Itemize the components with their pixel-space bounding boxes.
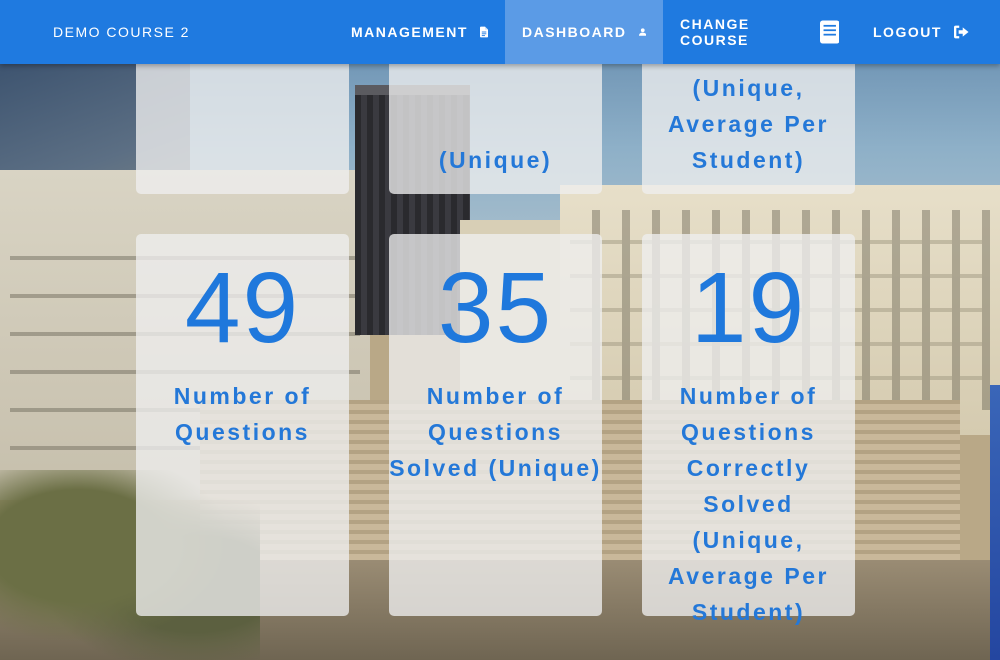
stat-card-label: Number of Questions Correctly Solved (Un… [642, 378, 855, 630]
label-line: Questions [175, 419, 310, 445]
person-icon [638, 28, 646, 36]
label-line: Correctly Solved [686, 455, 811, 517]
label-line: Number of [426, 383, 565, 409]
stat-value: 19 [690, 252, 807, 364]
nav-change-course[interactable]: CHANGE COURSE [663, 0, 856, 64]
nav-logout-label: LOGOUT [873, 24, 942, 40]
label-line: Questions [428, 419, 563, 445]
label-line: (Unique, [692, 527, 805, 553]
label-line: Number of [173, 383, 312, 409]
nav-management-label: MANAGEMENT [351, 24, 468, 40]
stat-value: 35 [437, 252, 554, 364]
stat-card-label: Number of Questions Solved (Unique) [389, 378, 602, 486]
nav-management[interactable]: MANAGEMENT [334, 0, 505, 64]
stat-card-label: (Unique) [389, 142, 602, 178]
label-line: Student) [691, 147, 806, 173]
label-line: Number of [679, 383, 818, 409]
label-line: (Unique, [692, 75, 805, 101]
label-line: Average Per [668, 111, 829, 137]
stat-card-label: (Unique, Average Per Student) [642, 70, 855, 178]
stat-card-solved: 35 Number of Questions Solved (Unique) [389, 234, 602, 616]
stat-card-questions: 49 Number of Questions [136, 234, 349, 616]
document-icon [479, 26, 488, 38]
nav-dashboard[interactable]: DASHBOARD [505, 0, 663, 64]
course-title[interactable]: DEMO COURSE 2 [53, 0, 190, 64]
label-line: Average Per [668, 563, 829, 589]
label-line: Questions [681, 419, 816, 445]
stat-value: 49 [184, 252, 301, 364]
stat-card-label: Number of Questions [136, 378, 349, 450]
top-navbar: DEMO COURSE 2 MANAGEMENT DASHBOARD CHANG… [0, 0, 1000, 64]
book-icon [819, 20, 839, 44]
stat-card-correctly-solved: 19 Number of Questions Correctly Solved … [642, 234, 855, 625]
nav-logout[interactable]: LOGOUT [856, 0, 986, 64]
logout-icon [953, 25, 969, 39]
label-line: (Unique) [438, 147, 553, 173]
nav-change-course-label: CHANGE COURSE [680, 16, 750, 48]
label-line: Student) [691, 599, 806, 625]
nav-dashboard-label: DASHBOARD [522, 24, 627, 40]
label-line: Solved (Unique) [389, 455, 602, 481]
